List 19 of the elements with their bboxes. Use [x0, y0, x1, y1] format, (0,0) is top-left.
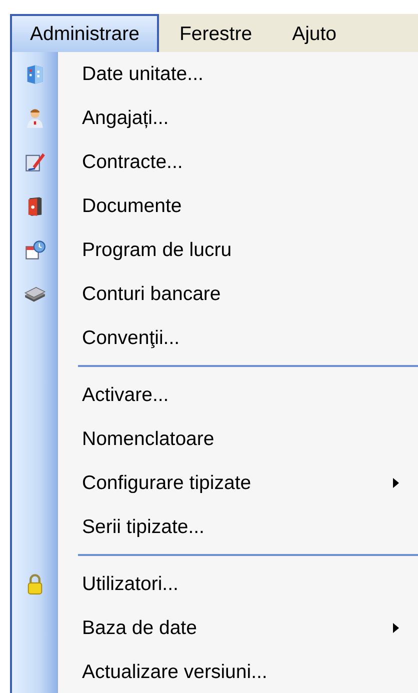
menu-item[interactable]: Actualizare versiuni...	[58, 650, 418, 693]
menu-item[interactable]: Utilizatori...	[58, 562, 418, 606]
menu-bar-item[interactable]: Administrare	[10, 14, 160, 52]
menu-item[interactable]: Documente	[58, 184, 418, 228]
menu-item[interactable]: Activare...	[58, 373, 418, 417]
calendar-clock-icon	[24, 239, 46, 261]
pen-on-paper-icon	[24, 151, 46, 173]
menu-item[interactable]: Conturi bancare	[58, 272, 418, 316]
menu-item[interactable]: Convenţii...	[58, 316, 418, 360]
menu-item[interactable]: Date unitate...	[58, 52, 418, 96]
menu-item[interactable]: Baza de date	[58, 606, 418, 650]
menu-item[interactable]: Serii tipizate...	[58, 505, 418, 549]
menu-item[interactable]: Program de lucru	[58, 228, 418, 272]
menu-bar-item[interactable]: Ferestre	[159, 14, 272, 52]
menu-item[interactable]: Nomenclatoare	[58, 417, 418, 461]
menu-item[interactable]: Angajați...	[58, 96, 418, 140]
menu-item[interactable]: Contracte...	[58, 140, 418, 184]
menu-bar-item[interactable]: Ajuto	[272, 14, 357, 52]
menu-item[interactable]: Configurare tipizate	[58, 461, 418, 505]
